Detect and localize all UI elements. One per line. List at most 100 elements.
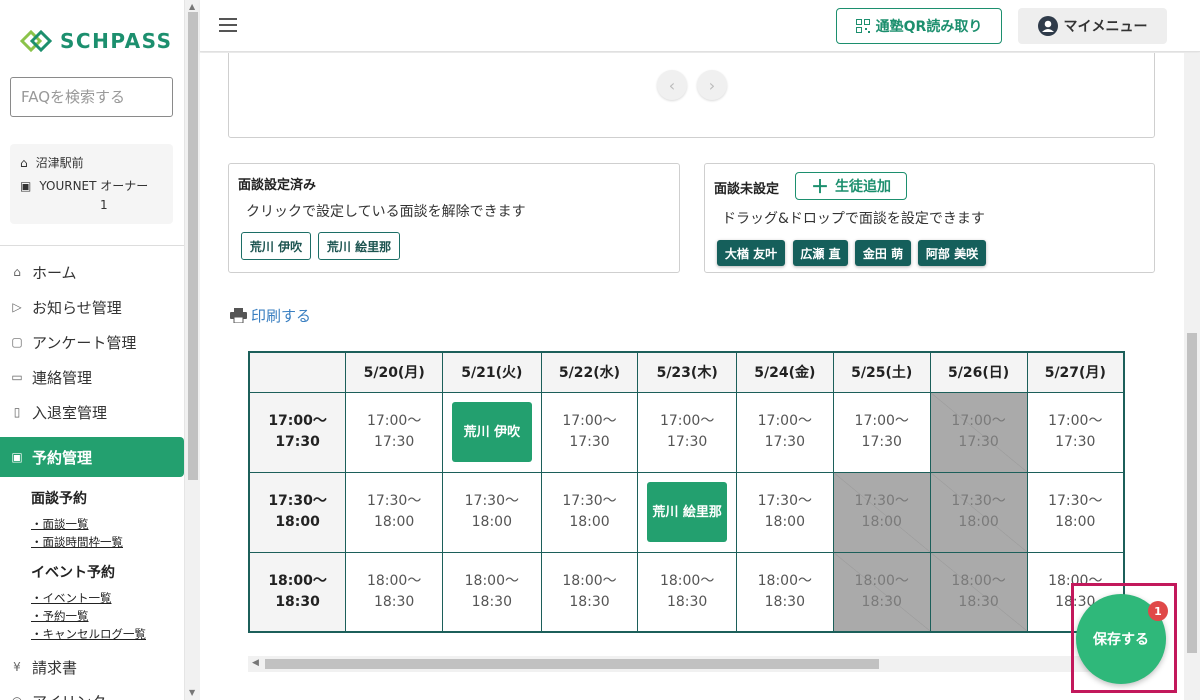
scroll-down-arrow-icon[interactable]: ▼ — [189, 688, 195, 697]
time-slot-header: 17:00〜 17:30 — [248, 391, 347, 473]
slot-start: 18:00〜 — [659, 572, 715, 589]
scroll-left-arrow-icon[interactable]: ◀ — [252, 658, 259, 668]
draggable-student-chip[interactable]: 広瀬 直 — [793, 240, 848, 266]
slot-end: 17:30 — [764, 434, 805, 450]
sidebar-item-label: 請求書 — [32, 658, 78, 677]
open-slot-cell[interactable]: 17:00〜 17:30 — [345, 391, 444, 473]
sidebar-item-messages[interactable]: ▭ 連絡管理 — [0, 360, 184, 394]
slot-carousel-box: ‹ › — [228, 53, 1155, 138]
time-start: 17:30〜 — [268, 493, 327, 509]
qr-code-icon — [855, 19, 870, 33]
interview-list-link[interactable]: ・面談一覧 — [31, 516, 89, 532]
unsaved-count-badge: 1 — [1148, 601, 1168, 621]
date-header: 5/24(金) — [735, 351, 834, 393]
slot-end: 17:30 — [666, 434, 708, 450]
open-slot-cell[interactable]: 17:30〜 18:00 — [442, 471, 542, 553]
sidebar-item-reservations[interactable]: ▣ 予約管理 — [0, 437, 184, 477]
hamburger-menu-icon[interactable] — [219, 18, 237, 32]
scheduled-student-chip[interactable]: 荒川 絵里那 — [318, 232, 400, 260]
survey-icon: ▢ — [11, 335, 23, 349]
plus-icon: ＋ — [811, 177, 829, 198]
event-list-link[interactable]: ・イベント一覧 — [31, 590, 112, 606]
slot-start: 17:00〜 — [854, 413, 909, 429]
scheduled-student-chip[interactable]: 荒川 伊吹 — [241, 232, 311, 260]
open-slot-cell[interactable]: 18:00〜 18:30 — [345, 551, 444, 633]
booked-student-block[interactable]: 荒川 絵里那 — [647, 482, 728, 542]
slot-start: 17:30〜 — [366, 493, 422, 509]
slot-start: 18:00〜 — [854, 572, 909, 589]
print-label: 印刷する — [251, 307, 312, 325]
slot-end: 18:00 — [569, 514, 610, 530]
booked-student-block[interactable]: 荒川 伊吹 — [451, 402, 532, 462]
slot-start: 17:30〜 — [854, 493, 909, 509]
slot-end: 18:30 — [373, 593, 415, 610]
sidebar-item-ilink[interactable]: ◎ アイリンク — [0, 684, 184, 700]
sidebar-item-attendance[interactable]: ▯ 入退室管理 — [0, 395, 184, 429]
open-slot-cell[interactable]: 17:00〜 17:30 — [540, 391, 639, 473]
my-menu-button[interactable]: マイメニュー — [1018, 8, 1167, 44]
open-slot-cell[interactable]: 17:30〜 18:00 — [345, 471, 444, 553]
interview-slots-link[interactable]: ・面談時間枠一覧 — [31, 534, 123, 550]
qr-scan-button[interactable]: 通塾QR読み取り — [836, 8, 1002, 44]
slot-end: 18:00 — [1055, 514, 1096, 530]
open-slot-cell[interactable]: 17:00〜 17:30 — [735, 391, 834, 473]
open-slot-cell[interactable]: 18:00〜 18:30 — [735, 551, 834, 633]
slot-start: 17:00〜 — [659, 413, 715, 429]
sidebar-item-label: 連絡管理 — [32, 368, 93, 387]
scroll-up-arrow-icon[interactable]: ▲ — [189, 2, 195, 11]
slot-start: 17:30〜 — [562, 493, 617, 509]
draggable-student-chip[interactable]: 金田 萌 — [855, 240, 911, 266]
main-scroll-thumb[interactable] — [1187, 333, 1197, 653]
sidebar-item-home[interactable]: ⌂ ホーム — [0, 255, 184, 289]
sidebar-item-survey[interactable]: ▢ アンケート管理 — [0, 325, 184, 359]
sidebar-item-notices[interactable]: ▷ お知らせ管理 — [0, 290, 184, 324]
logo[interactable]: SCHPASS — [18, 28, 173, 54]
user-name: YOURNET オーナー — [39, 179, 149, 193]
sidebar-item-label: アンケート管理 — [32, 333, 137, 352]
booked-slot-cell[interactable]: 荒川 伊吹 — [442, 391, 542, 473]
calendar-horizontal-scrollbar[interactable]: ◀ — [248, 656, 1125, 672]
time-slot-row: 18:00〜 18:30 18:00〜 18:30 18:00〜 18:30 18:00〜 1… — [248, 551, 1125, 633]
add-student-button[interactable]: ＋ 生徒追加 — [795, 172, 907, 200]
open-slot-cell[interactable]: 17:00〜 17:30 — [637, 391, 737, 473]
date-header: 5/27(月) — [1026, 351, 1125, 393]
prev-page-icon[interactable]: ‹ — [657, 70, 687, 100]
account-circle-icon — [1037, 16, 1058, 36]
print-link[interactable]: 印刷する — [230, 305, 311, 326]
sidebar-item-invoice[interactable]: ¥ 請求書 — [0, 650, 184, 684]
reservation-list-link[interactable]: ・予約一覧 — [31, 608, 89, 624]
sidebar-scrollbar[interactable]: ▲ ▼ — [184, 0, 200, 700]
scheduled-title: 面談設定済み — [238, 178, 317, 193]
open-slot-cell[interactable]: 18:00〜 18:30 — [442, 551, 542, 633]
sidebar-scroll-thumb[interactable] — [188, 12, 198, 480]
open-slot-cell[interactable]: 17:30〜 18:00 — [1026, 471, 1125, 553]
open-slot-cell[interactable]: 17:30〜 18:00 — [735, 471, 834, 553]
open-slot-cell[interactable]: 17:00〜 17:30 — [1026, 391, 1125, 473]
open-slot-cell[interactable]: 17:30〜 18:00 — [540, 471, 639, 553]
slot-end: 18:30 — [666, 593, 708, 610]
slot-end: 18:00 — [958, 514, 999, 530]
faq-search-input[interactable] — [10, 77, 173, 117]
brand-name: SCHPASS — [60, 29, 173, 53]
next-page-icon[interactable]: › — [697, 70, 727, 100]
cancel-log-link[interactable]: ・キャンセルログ一覧 — [31, 626, 146, 642]
calendar-scroll-thumb[interactable] — [265, 659, 879, 669]
slot-start: 17:00〜 — [562, 413, 617, 429]
booked-slot-cell[interactable]: 荒川 絵里那 — [637, 471, 737, 553]
slot-end: 18:00 — [861, 514, 902, 530]
draggable-student-chip[interactable]: 阿部 美咲 — [918, 240, 986, 266]
main-scrollbar[interactable] — [1184, 53, 1200, 700]
unscheduled-panel: 面談未設定 ＋ 生徒追加 ドラッグ&ドロップで面談を設定できます 大楢 友叶 広… — [704, 163, 1155, 273]
interview-calendar-table: 5/20(月) 5/21(火) 5/22(水) 5/23(木) 5/24(金) 5/25(… — [248, 351, 1125, 633]
open-slot-cell[interactable]: 18:00〜 18:30 — [540, 551, 639, 633]
open-slot-cell[interactable]: 17:00〜 17:30 — [832, 391, 931, 473]
draggable-student-chip[interactable]: 大楢 友叶 — [717, 240, 785, 266]
date-header: 5/23(木) — [637, 351, 737, 393]
top-header: 通塾QR読み取り マイメニュー — [200, 0, 1200, 52]
yen-icon: ¥ — [13, 660, 21, 674]
user-id: 1 — [100, 198, 108, 212]
slot-end: 17:30 — [958, 434, 999, 450]
open-slot-cell[interactable]: 18:00〜 18:30 — [637, 551, 737, 633]
time-start: 17:00〜 — [268, 413, 327, 429]
slot-end: 18:30 — [958, 593, 999, 610]
